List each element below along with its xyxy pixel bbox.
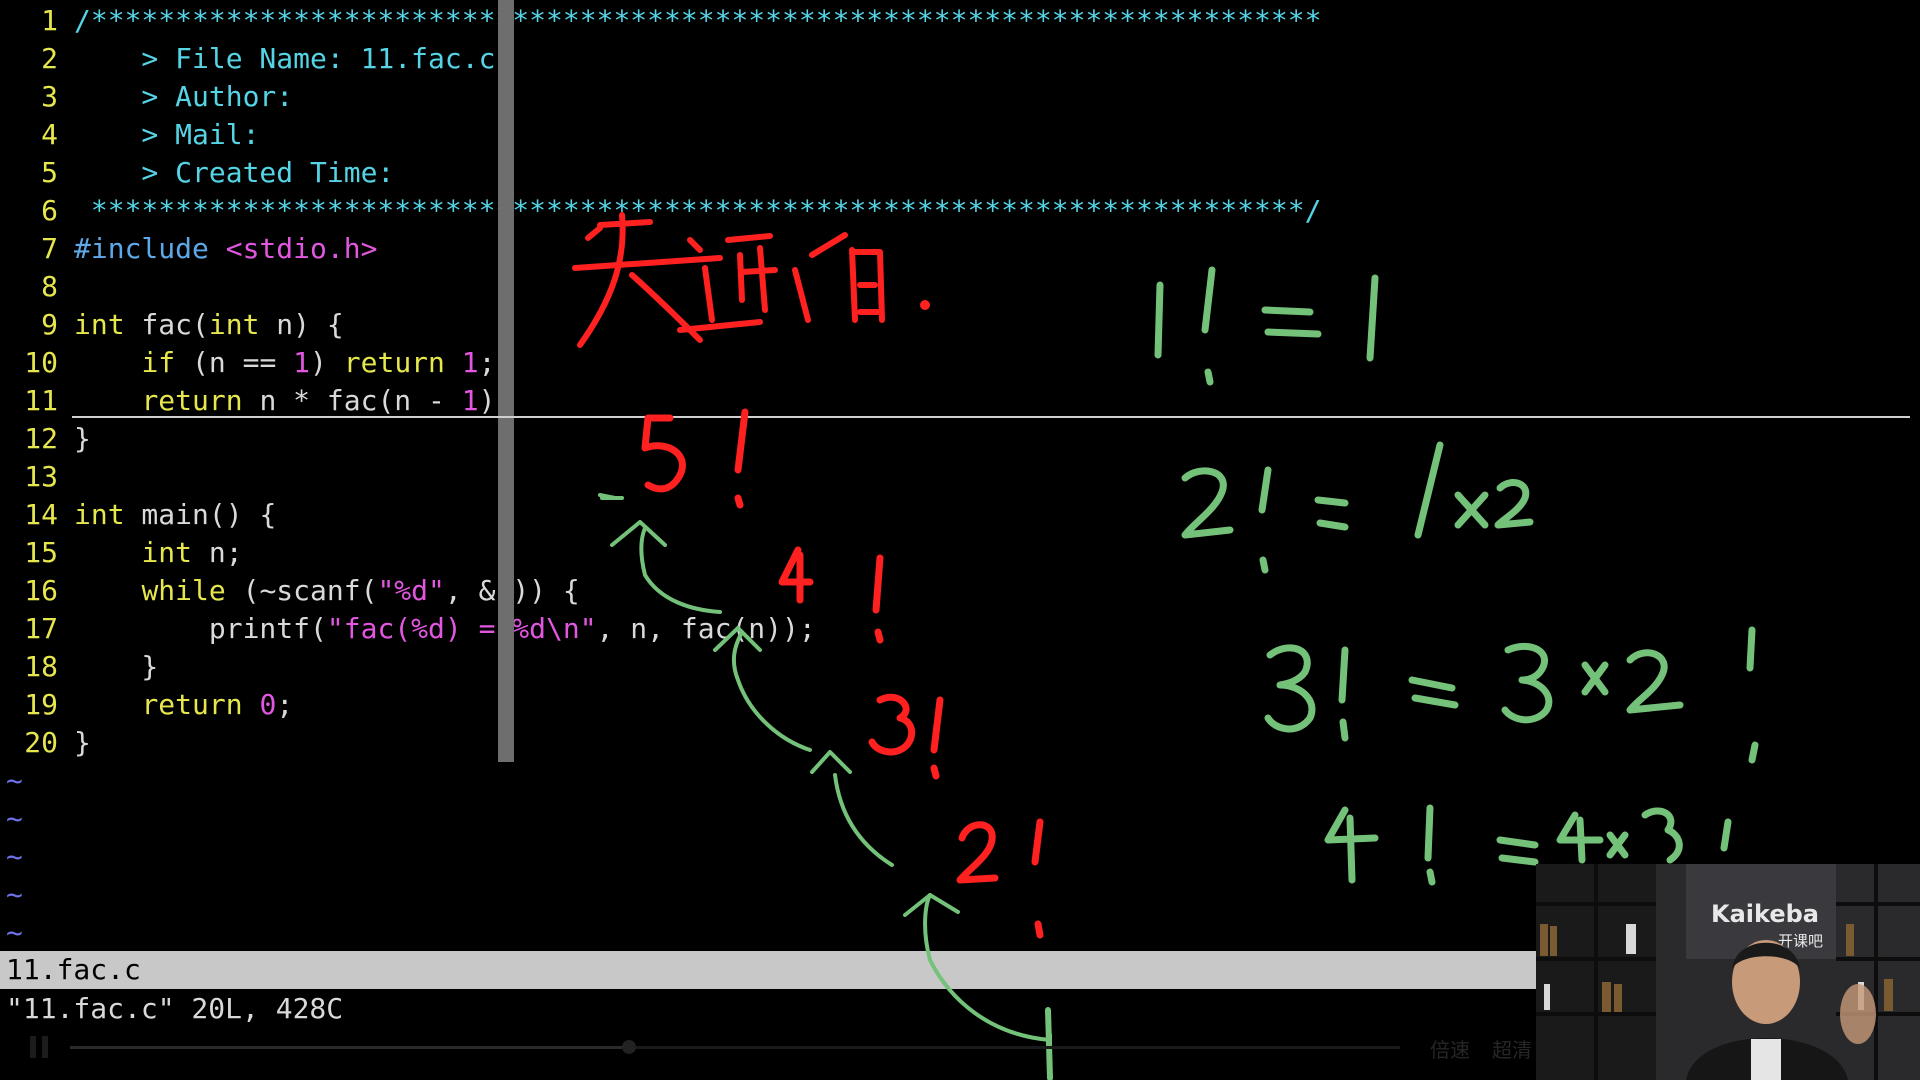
webcam-brand-logo: Kaikeba [1711,900,1819,928]
video-progress-knob[interactable] [621,1040,636,1054]
red-factorial-chain [641,408,1044,939]
red-heading-handwriting [572,212,930,348]
green-equations-handwriting [1154,266,1759,886]
video-progress-fill [70,1046,629,1049]
pause-icon[interactable] [28,1036,50,1058]
green-chain-bottom-one [1045,1007,1053,1080]
presenter-webcam: Kaikeba 开课吧 [1536,864,1920,1080]
speed-control[interactable]: 倍速 [1430,1034,1470,1063]
green-recursion-arrows [598,493,1052,1080]
quality-control[interactable]: 超清 [1492,1034,1532,1063]
webcam-scene: Kaikeba 开课吧 [1536,864,1920,1080]
video-progress-bar[interactable] [70,1040,1400,1054]
